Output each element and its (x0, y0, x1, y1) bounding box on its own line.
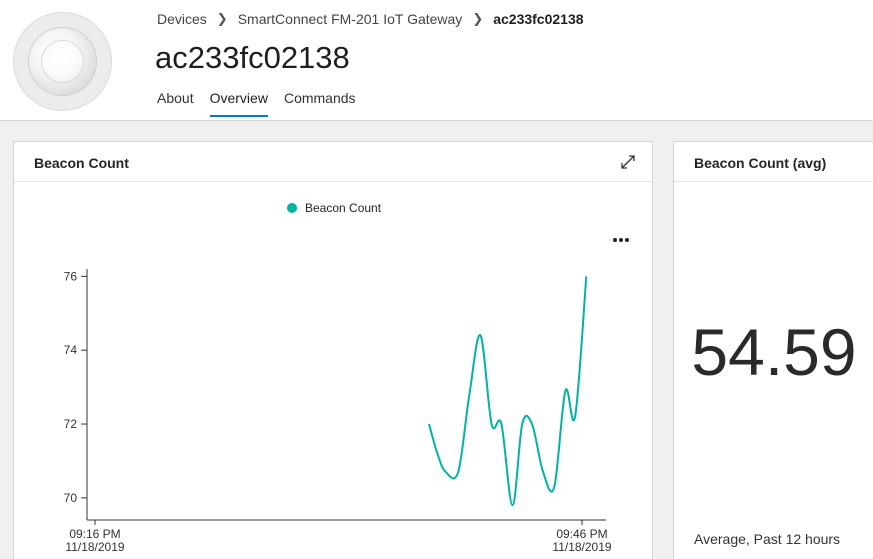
chevron-right-icon: ❯ (472, 11, 484, 26)
kpi-caption: Average, Past 12 hours (694, 531, 841, 547)
page-title: ac233fc02138 (155, 40, 350, 75)
breadcrumb-device-template[interactable]: SmartConnect FM-201 IoT Gateway (238, 11, 463, 27)
y-tick-label: 72 (64, 417, 78, 431)
tab-commands[interactable]: Commands (284, 90, 356, 118)
y-tick-label: 70 (64, 491, 78, 505)
tab-about[interactable]: About (157, 90, 194, 118)
breadcrumb-current: ac233fc02138 (493, 11, 584, 27)
breadcrumb: Devices ❯ SmartConnect FM-201 IoT Gatewa… (157, 10, 584, 28)
breadcrumb-devices[interactable]: Devices (157, 11, 207, 27)
kpi-value: 54.59 (691, 315, 857, 389)
x-tick-date-label: 11/18/2019 (552, 540, 611, 554)
series-line-beacon-count (428, 276, 588, 507)
tab-bar: About Overview Commands (157, 90, 372, 118)
x-tick-date-label: 11/18/2019 (65, 540, 124, 554)
device-header: Devices ❯ SmartConnect FM-201 IoT Gatewa… (0, 0, 873, 121)
gateway-device-image (13, 12, 112, 111)
x-tick-time-label: 09:16 PM (69, 527, 120, 541)
line-chart: 70727476 09:16 PM11/18/201909:46 PM11/18… (64, 269, 612, 554)
tab-overview[interactable]: Overview (209, 90, 269, 118)
y-axis-ticks: 70 72 74 76 (64, 269, 87, 505)
tile-header: Beacon Count (avg) (674, 142, 873, 182)
chevron-right-icon: ❯ (216, 11, 228, 26)
tile-title: Beacon Count (avg) (694, 155, 827, 171)
beacon-count-chart-tile: Beacon Count Beacon Count 70 72 74 76 09:16… (13, 141, 653, 559)
x-tick-time-label: 09:46 PM (556, 527, 607, 541)
y-tick-label: 74 (64, 343, 78, 357)
x-axis-ticks: 09:16 PM11/18/201909:46 PM11/18/2019 (65, 520, 612, 554)
device-image-center (41, 40, 84, 83)
y-tick-label: 76 (64, 269, 78, 283)
beacon-count-avg-tile: Beacon Count (avg) 54.59 Average, Past 1… (673, 141, 873, 559)
